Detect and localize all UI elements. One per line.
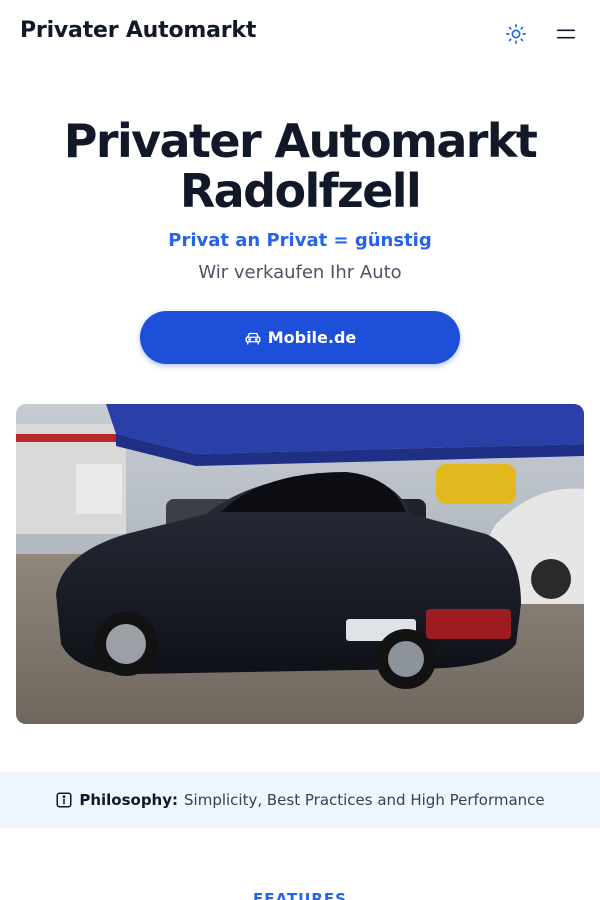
mobile-de-button-label: Mobile.de (267, 328, 357, 347)
features-section-label: FEATURES (253, 890, 347, 900)
hero-tagline: Privat an Privat = günstig (168, 230, 432, 251)
theme-toggle-button[interactable] (502, 20, 530, 48)
info-icon (56, 792, 72, 808)
hero-car-photo (16, 404, 584, 724)
hero-subtitle: Wir verkaufen Ihr Auto (198, 262, 402, 283)
car-icon (245, 332, 261, 345)
sun-icon (506, 24, 526, 44)
hero-title: Privater Automarkt Radolfzell (0, 116, 600, 216)
site-header: Privater Automarkt (0, 0, 600, 68)
philosophy-label: Philosophy: (79, 791, 179, 809)
hero-title-line-1: Privater Automarkt (63, 114, 538, 168)
philosophy-banner: Philosophy: Simplicity, Best Practices a… (0, 772, 600, 828)
menu-button[interactable] (552, 20, 580, 48)
philosophy-text: Simplicity, Best Practices and High Perf… (184, 791, 545, 809)
hero-title-line-2: Radolfzell (179, 164, 422, 218)
menu-icon (556, 29, 576, 39)
mobile-de-button[interactable]: Mobile.de (140, 311, 460, 364)
site-brand[interactable]: Privater Automarkt (20, 18, 256, 43)
